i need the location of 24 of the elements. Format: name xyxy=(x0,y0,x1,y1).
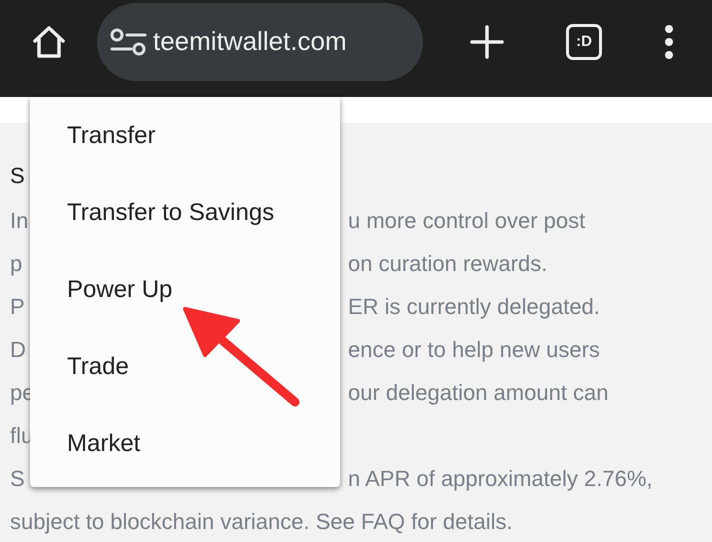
body-text: ence or to help new users xyxy=(348,337,600,363)
body-text: on curation rewards. xyxy=(348,251,548,277)
body-text: ER is currently delegated. xyxy=(348,294,600,320)
body-text: our delegation amount can xyxy=(348,380,609,406)
menu-item[interactable]: Power Up xyxy=(30,251,340,328)
menu-item[interactable]: Trade xyxy=(30,328,340,405)
url-text: teemitwallet.com xyxy=(153,26,347,57)
body-text: P xyxy=(10,294,25,320)
tab-switcher-button[interactable]: :D xyxy=(566,24,602,60)
body-text: D xyxy=(10,337,26,363)
body-text: n APR of approximately 2.76%, xyxy=(348,466,652,492)
body-text: In xyxy=(10,208,28,234)
body-text: u more control over post xyxy=(348,208,586,234)
address-bar[interactable]: teemitwallet.com xyxy=(97,2,423,80)
menu-icon[interactable] xyxy=(664,24,674,58)
body-text: subject to blockchain variance. See FAQ for details. xyxy=(10,509,513,535)
site-settings-icon[interactable] xyxy=(109,26,149,58)
menu-item[interactable]: Market xyxy=(30,405,340,482)
body-text: p xyxy=(10,251,22,277)
menu-item[interactable]: Transfer to Savings xyxy=(30,174,340,251)
section-heading: S xyxy=(10,163,25,189)
menu-item[interactable]: Transfer xyxy=(30,97,340,174)
body-text: S xyxy=(10,466,25,492)
new-tab-icon[interactable] xyxy=(470,24,504,58)
